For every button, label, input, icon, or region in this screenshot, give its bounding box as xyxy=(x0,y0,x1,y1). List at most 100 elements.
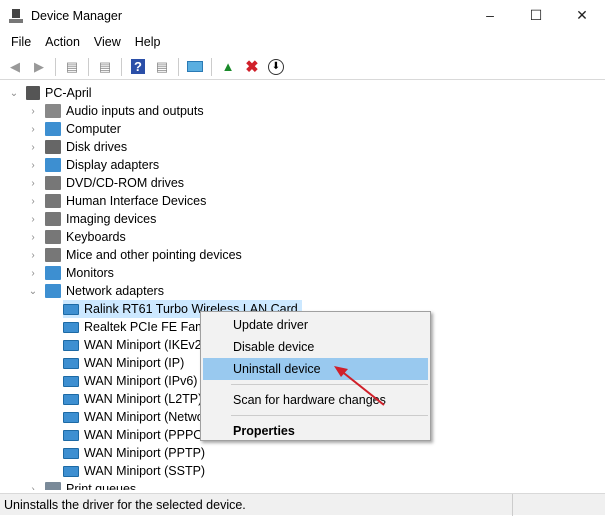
menu-action[interactable]: Action xyxy=(38,32,87,52)
tree-category[interactable]: › Display adapters xyxy=(27,156,159,174)
network-adapter-icon xyxy=(63,465,79,477)
tree-category[interactable]: ⌄ Network adapters xyxy=(27,282,164,300)
tree-category[interactable]: › Monitors xyxy=(27,264,114,282)
red-arrow-annotation xyxy=(334,366,385,406)
expand-chevron-icon[interactable]: › xyxy=(27,160,39,171)
device-category-icon xyxy=(45,230,61,244)
help-icon[interactable]: ? xyxy=(128,57,148,77)
menu-file[interactable]: File xyxy=(4,32,38,52)
category-label: Display adapters xyxy=(66,158,160,172)
forward-icon[interactable]: ▶ xyxy=(29,57,49,77)
expand-chevron-icon[interactable]: › xyxy=(27,196,39,207)
scan-monitor-icon[interactable] xyxy=(185,57,205,77)
tree-category-print-queues[interactable]: › Print queues xyxy=(27,480,136,490)
expand-chevron-icon[interactable]: › xyxy=(27,214,39,225)
network-adapter-item[interactable]: WAN Miniport (PPTP) xyxy=(63,444,209,462)
adapter-label: WAN Miniport (IKEv2) xyxy=(84,338,206,352)
network-adapter-icon xyxy=(63,357,79,369)
tree-root[interactable]: ⌄ PC-April xyxy=(8,84,92,102)
expand-chevron-icon[interactable]: › xyxy=(27,232,39,243)
menu-item-uninstall-device[interactable]: Uninstall device xyxy=(203,358,428,380)
network-adapter-icon xyxy=(63,411,79,423)
tree-category[interactable]: › Keyboards xyxy=(27,228,126,246)
update-driver-icon[interactable]: ▲ xyxy=(218,57,238,77)
category-label: Mice and other pointing devices xyxy=(66,248,242,262)
menu-item-scan-hardware[interactable]: Scan for hardware changes xyxy=(201,389,430,411)
adapter-label: WAN Miniport (Netwo xyxy=(84,410,204,424)
category-label: Monitors xyxy=(66,266,114,280)
network-adapter-item[interactable]: Realtek PCIe FE Family xyxy=(63,318,221,336)
menu-item-properties[interactable]: Properties xyxy=(201,420,430,442)
category-label: Network adapters xyxy=(66,284,164,298)
expand-chevron-icon[interactable]: › xyxy=(27,124,39,135)
tree-category[interactable]: › Mice and other pointing devices xyxy=(27,246,242,264)
maximize-button[interactable]: ☐ xyxy=(513,0,559,30)
collapse-chevron-icon[interactable]: ⌄ xyxy=(27,286,39,297)
download-icon[interactable]: ⬇ xyxy=(266,57,286,77)
menu-item-disable-device[interactable]: Disable device xyxy=(201,336,430,358)
expand-chevron-icon[interactable]: › xyxy=(27,268,39,279)
window-title: Device Manager xyxy=(31,9,123,23)
expand-chevron-icon[interactable]: › xyxy=(27,106,39,117)
status-pane xyxy=(512,494,605,516)
adapter-label: WAN Miniport (PPPO xyxy=(84,428,204,442)
expand-chevron-icon[interactable]: › xyxy=(27,178,39,189)
adapter-label: WAN Miniport (IP) xyxy=(84,356,185,370)
network-adapter-icon xyxy=(63,429,79,441)
device-category-icon xyxy=(45,266,61,280)
computer-icon xyxy=(26,86,40,100)
menu-help[interactable]: Help xyxy=(128,32,168,52)
device-category-icon xyxy=(45,140,61,154)
properties-icon[interactable]: ▤ xyxy=(95,57,115,77)
action-view-icon[interactable]: ▤ xyxy=(152,57,172,77)
device-category-icon xyxy=(45,176,61,190)
context-menu: Update driver Disable device Uninstall d… xyxy=(200,311,431,441)
minimize-button[interactable]: – xyxy=(467,0,513,30)
menu-view[interactable]: View xyxy=(87,32,128,52)
category-label: Computer xyxy=(66,122,121,136)
category-label: DVD/CD-ROM drives xyxy=(66,176,185,190)
expand-chevron-icon[interactable]: › xyxy=(27,142,39,153)
network-adapter-item[interactable]: WAN Miniport (SSTP) xyxy=(63,462,209,480)
tree-category[interactable]: › Imaging devices xyxy=(27,210,156,228)
tree-category[interactable]: › Human Interface Devices xyxy=(27,192,206,210)
toolbar-separator xyxy=(121,57,122,76)
device-category-icon xyxy=(45,122,61,136)
device-manager-icon xyxy=(9,9,23,23)
device-category-icon xyxy=(45,104,61,118)
menu-item-update-driver[interactable]: Update driver xyxy=(201,314,430,336)
network-adapter-icon xyxy=(63,303,79,315)
close-button[interactable]: ✕ xyxy=(559,0,605,30)
menu-bar: File Action View Help xyxy=(4,32,168,52)
device-category-icon xyxy=(45,158,61,172)
network-adapter-item[interactable]: WAN Miniport (IPv6) xyxy=(63,372,201,390)
show-hide-tree-icon[interactable]: ▤ xyxy=(62,57,82,77)
device-category-icon xyxy=(45,248,61,262)
tree-category[interactable]: › DVD/CD-ROM drives xyxy=(27,174,184,192)
status-text: Uninstalls the driver for the selected d… xyxy=(4,497,246,512)
tree-category[interactable]: › Audio inputs and outputs xyxy=(27,102,204,120)
adapter-label: Realtek PCIe FE Family xyxy=(84,320,218,334)
tree-root-label: PC-April xyxy=(45,86,92,100)
network-adapter-icon xyxy=(63,393,79,405)
status-bar: Uninstalls the driver for the selected d… xyxy=(0,493,605,516)
tree-category[interactable]: › Disk drives xyxy=(27,138,127,156)
network-adapter-item[interactable]: WAN Miniport (L2TP) xyxy=(63,390,206,408)
toolbar-separator xyxy=(211,57,212,76)
tree-category[interactable]: › Computer xyxy=(27,120,121,138)
back-icon[interactable]: ◀ xyxy=(5,57,25,77)
network-adapter-item[interactable]: WAN Miniport (IP) xyxy=(63,354,188,372)
device-category-icon xyxy=(45,212,61,226)
network-adapter-item[interactable]: WAN Miniport (PPPO xyxy=(63,426,207,444)
expand-chevron-icon: › xyxy=(31,483,35,491)
menu-separator xyxy=(231,415,428,416)
network-adapter-item[interactable]: WAN Miniport (Netwo xyxy=(63,408,208,426)
device-category-icon xyxy=(45,284,61,298)
adapter-label: WAN Miniport (IPv6) xyxy=(84,374,198,388)
uninstall-icon[interactable]: ✖ xyxy=(242,57,262,77)
network-adapter-icon xyxy=(63,447,79,459)
collapse-chevron-icon[interactable]: ⌄ xyxy=(8,88,20,99)
network-adapter-item[interactable]: WAN Miniport (IKEv2) xyxy=(63,336,210,354)
expand-chevron-icon[interactable]: › xyxy=(27,250,39,261)
printer-icon xyxy=(45,482,61,490)
